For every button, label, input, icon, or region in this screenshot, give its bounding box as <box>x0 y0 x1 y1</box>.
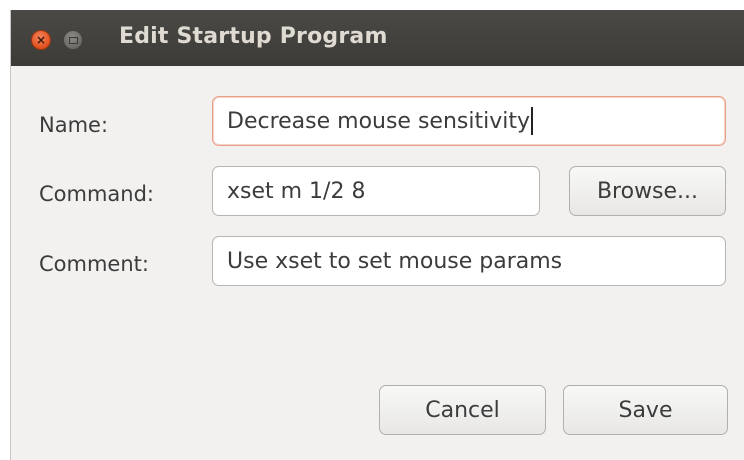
save-button[interactable]: Save <box>563 385 728 435</box>
comment-input-value: Use xset to set mouse params <box>227 248 563 274</box>
close-icon: × <box>35 32 47 47</box>
minimize-icon <box>68 36 78 44</box>
comment-input[interactable]: Use xset to set mouse params <box>212 236 726 286</box>
minimize-window-button[interactable] <box>63 30 83 50</box>
name-input-value: Decrease mouse sensitivity <box>227 108 530 134</box>
command-input-value: xset m 1/2 8 <box>227 178 366 204</box>
text-caret <box>531 107 533 135</box>
title-bar[interactable]: × Edit Startup Program <box>11 10 744 66</box>
name-label: Name: <box>39 113 109 137</box>
comment-label: Comment: <box>39 252 149 276</box>
edit-startup-program-dialog: × Edit Startup Program Name: Decrease mo… <box>10 10 744 460</box>
close-window-button[interactable]: × <box>31 30 51 50</box>
command-label: Command: <box>39 182 155 206</box>
name-input[interactable]: Decrease mouse sensitivity <box>212 96 726 146</box>
browse-button[interactable]: Browse... <box>569 166 726 216</box>
window-title: Edit Startup Program <box>119 24 388 49</box>
command-input[interactable]: xset m 1/2 8 <box>212 166 540 216</box>
cancel-button[interactable]: Cancel <box>379 385 546 435</box>
